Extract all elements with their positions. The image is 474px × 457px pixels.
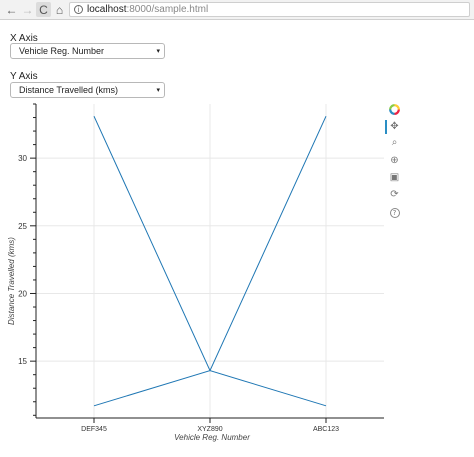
series-line-2 (93, 115, 327, 407)
line-chart[interactable]: 15 20 25 30 DEF345 XYZ890 ABC123 Vehicle Reg. N… (0, 0, 474, 457)
home-icon[interactable]: ⌂ (52, 2, 67, 17)
reset-tool-icon[interactable]: ⟳ (388, 188, 401, 201)
forward-arrow-icon[interactable]: → (20, 2, 35, 17)
active-tool-indicator (385, 120, 387, 134)
info-icon[interactable]: i (74, 5, 83, 14)
y-axis-title: Distance Travelled (kms) (7, 237, 16, 325)
x-tick-label: ABC123 (313, 426, 339, 433)
reload-icon[interactable]: C (36, 2, 51, 17)
bokeh-logo-icon[interactable] (388, 103, 401, 116)
url-host: localhost (87, 4, 127, 15)
wheel-zoom-tool-icon[interactable]: ⊕ (388, 154, 401, 167)
x-axis-select-value: Vehicle Reg. Number (19, 46, 105, 56)
save-tool-icon[interactable]: ▣ (388, 171, 401, 184)
series-line-1 (93, 115, 327, 407)
y-tick-label: 20 (18, 289, 27, 298)
y-tick-label: 15 (18, 357, 27, 366)
x-tick-label: XYZ890 (197, 426, 222, 433)
x-tick-label: DEF345 (81, 426, 107, 433)
zoom-tool-icon[interactable]: ⌕ (388, 136, 401, 149)
back-arrow-icon[interactable]: ← (4, 2, 19, 17)
address-bar[interactable]: i localhost:8000/sample.html (69, 2, 470, 17)
chevron-down-icon: ▾ (156, 48, 160, 55)
x-axis-title: Vehicle Reg. Number (174, 433, 250, 442)
plot-toolbar: ✥ ⌕ ⊕ ▣ ⟳ ? (384, 103, 406, 223)
y-axis-select[interactable]: Distance Travelled (kms) ▾ (10, 82, 165, 98)
y-axis-select-value: Distance Travelled (kms) (19, 85, 119, 95)
help-tool-icon[interactable]: ? (388, 206, 401, 219)
x-axis-select[interactable]: Vehicle Reg. Number ▾ (10, 43, 165, 59)
url-path: :8000/sample.html (126, 4, 209, 15)
y-tick-label: 25 (18, 222, 27, 231)
y-tick-label: 30 (18, 154, 27, 163)
chevron-down-icon: ▾ (156, 87, 160, 94)
pan-tool-icon[interactable]: ✥ (388, 120, 401, 133)
browser-toolbar: ← → C ⌂ i localhost:8000/sample.html (0, 0, 474, 20)
y-axis-label: Y Axis (10, 71, 38, 82)
